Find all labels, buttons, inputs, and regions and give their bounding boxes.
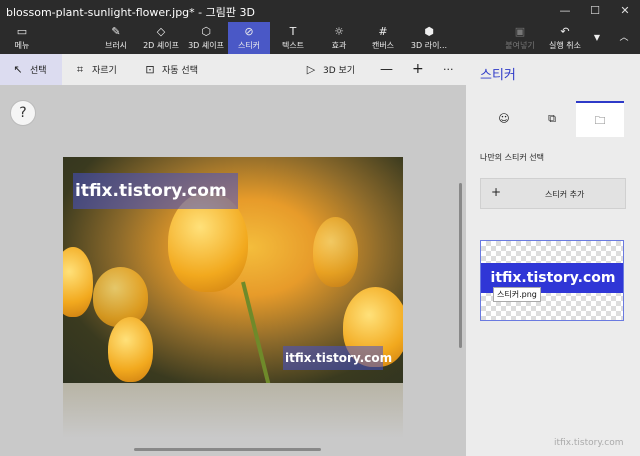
- watermark-top: itfix.tistory.com: [73, 173, 238, 209]
- horizontal-scrollbar[interactable]: [134, 448, 321, 451]
- text-label: 텍스트: [281, 41, 305, 50]
- sticker-thumbnail[interactable]: itfix.tistory.com 스티커.png: [480, 240, 624, 321]
- cursor-icon: ↖: [13, 63, 23, 76]
- panel-title: 스티커: [480, 68, 516, 83]
- effects-button[interactable]: ☼ 효과: [318, 22, 360, 54]
- undo-icon: ↶: [560, 25, 570, 38]
- crop-tool[interactable]: ⌗ 자르기: [74, 54, 117, 85]
- tulip-shape: [93, 267, 148, 327]
- library3d-label: 3D 라이...: [410, 41, 448, 50]
- shapes2d-button[interactable]: ◇ 2D 셰이프: [138, 22, 184, 54]
- add-sticker-label: 스티커 추가: [545, 190, 585, 199]
- select-label: 선택: [30, 66, 47, 76]
- folder-icon: ▭: [16, 25, 28, 38]
- canvas-area[interactable]: ? itfix.tistory.com itfix.tistory.com: [0, 85, 466, 456]
- tulip-photo[interactable]: itfix.tistory.com itfix.tistory.com: [63, 157, 403, 383]
- shapes3d-label: 3D 셰이프: [188, 41, 224, 50]
- vertical-scrollbar[interactable]: [459, 183, 462, 348]
- ellipsis-icon: ···: [443, 63, 454, 76]
- photo-reflection: [63, 383, 403, 438]
- help-button[interactable]: ?: [10, 100, 36, 126]
- paste-icon: ▣: [514, 25, 526, 38]
- paint3d-window: blossom-plant-sunlight-flower.jpg* - 그림판…: [0, 0, 640, 456]
- view3d-label: 3D 보기: [323, 66, 356, 76]
- window-title: blossom-plant-sunlight-flower.jpg* - 그림판…: [6, 6, 255, 19]
- sticker-icon: ⊘: [244, 25, 254, 38]
- plus-icon: +: [491, 185, 502, 199]
- effects-label: 효과: [331, 41, 347, 50]
- minimize-icon[interactable]: —: [550, 0, 580, 22]
- shapes3d-button[interactable]: ⬡ 3D 셰이프: [184, 22, 228, 54]
- canvas-grid-icon: #: [378, 25, 388, 38]
- tab-custom-stickers[interactable]: 🗀: [576, 101, 624, 137]
- view3d-toggle[interactable]: ▷ 3D 보기: [305, 54, 355, 85]
- minus-icon: —: [380, 62, 393, 77]
- sticker-tabs: ☺ ⧉ 🗀: [466, 101, 640, 137]
- view3d-icon: ▷: [306, 63, 316, 76]
- close-icon[interactable]: ✕: [610, 0, 640, 22]
- zoom-out-button[interactable]: —: [380, 54, 393, 85]
- watermark-bottom: itfix.tistory.com: [283, 346, 392, 370]
- texture-icon: ⧉: [548, 112, 556, 125]
- select-tool[interactable]: ↖ 선택: [0, 54, 62, 85]
- palette-icon: ☺: [498, 112, 510, 125]
- crop-icon: ⌗: [76, 63, 84, 76]
- shapes2d-icon: ◇: [156, 25, 166, 38]
- undo-history-dropdown[interactable]: ▼: [590, 22, 604, 54]
- tulip-shape: [63, 247, 93, 317]
- cube-icon: ⬡: [201, 25, 211, 38]
- collapse-toolbar-button[interactable]: ︿: [612, 22, 636, 54]
- menu-button[interactable]: ▭ 메뉴: [4, 22, 40, 54]
- watermark-footer: itfix.tistory.com: [554, 438, 624, 448]
- my-stickers-label: 나만의 스티커 선택: [480, 153, 544, 162]
- maximize-icon[interactable]: ☐: [580, 0, 610, 22]
- tulip-shape: [108, 317, 153, 382]
- folder-icon: 🗀: [594, 114, 606, 127]
- brush-button[interactable]: ✎ 브러시: [96, 22, 136, 54]
- tulip-stem: [241, 281, 272, 383]
- main-toolbar: ▭ 메뉴 ✎ 브러시 ◇ 2D 셰이프 ⬡ 3D 셰이프 ⊘ 스티커 T 텍스트…: [0, 22, 640, 54]
- sun-icon: ☼: [334, 25, 344, 38]
- paste-label: 붙여넣기: [505, 41, 535, 50]
- tulip-shape: [313, 217, 358, 287]
- plus-icon: +: [412, 61, 424, 77]
- sub-toolbar: ↖ 선택 ⌗ 자르기 ⊡ 자동 선택 ▷ 3D 보기 — + ···: [0, 54, 466, 85]
- library3d-button[interactable]: ⬢ 3D 라이...: [406, 22, 452, 54]
- text-button[interactable]: T 텍스트: [272, 22, 314, 54]
- stickers-panel: 스티커 ☺ ⧉ 🗀 나만의 스티커 선택 + 스티커 추가 itfix.tist…: [466, 54, 640, 456]
- canvas-button[interactable]: # 캔버스: [362, 22, 404, 54]
- stickers-button[interactable]: ⊘ 스티커: [228, 22, 270, 54]
- title-bar: blossom-plant-sunlight-flower.jpg* - 그림판…: [0, 0, 640, 22]
- magic-select-tool[interactable]: ⊡ 자동 선택: [144, 54, 198, 85]
- brush-label: 브러시: [104, 41, 128, 50]
- text-icon: T: [289, 25, 297, 38]
- brush-icon: ✎: [111, 25, 121, 38]
- chevron-up-icon: ︿: [619, 33, 629, 43]
- library-cube-icon: ⬢: [424, 25, 434, 38]
- sticker-filename-tooltip: 스티커.png: [493, 287, 541, 302]
- magic-select-label: 자동 선택: [162, 66, 198, 76]
- tab-textures[interactable]: ⧉: [528, 101, 576, 137]
- stickers-label: 스티커: [237, 41, 261, 50]
- paste-button[interactable]: ▣ 붙여넣기: [500, 22, 540, 54]
- canvas-label: 캔버스: [371, 41, 395, 50]
- undo-button[interactable]: ↶ 실행 취소: [544, 22, 586, 54]
- chevron-down-icon: ▼: [593, 33, 601, 42]
- zoom-in-button[interactable]: +: [412, 54, 424, 85]
- tab-stickers[interactable]: ☺: [480, 101, 528, 137]
- shapes2d-label: 2D 셰이프: [143, 41, 179, 50]
- undo-label: 실행 취소: [549, 41, 581, 50]
- more-options-button[interactable]: ···: [443, 54, 454, 85]
- menu-label: 메뉴: [14, 41, 30, 50]
- add-sticker-button[interactable]: + 스티커 추가: [480, 178, 626, 209]
- crop-label: 자르기: [92, 66, 117, 76]
- magic-select-icon: ⊡: [145, 63, 155, 76]
